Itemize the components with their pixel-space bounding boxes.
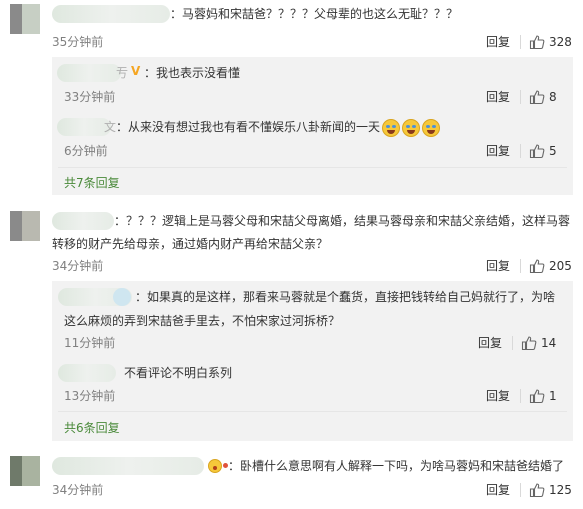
reply-button[interactable]: 回复 [486,89,510,105]
wow-emoji-icon [208,458,228,473]
like-count: 205 [549,259,572,273]
like-button[interactable]: 125 [529,482,572,498]
like-count: 14 [541,336,557,350]
like-count: 8 [549,90,557,104]
reply-text: ：我也表示没看懂 [144,66,241,80]
reply-text: ：从来没有想过我也有看不懂娱乐八卦新闻的一天 [116,118,441,137]
like-count: 5 [549,144,557,158]
divider [520,259,521,273]
avatar-badge [113,288,131,306]
thumbs-up-icon [529,259,545,274]
reply-username-tail: 亐 [116,66,129,80]
like-button[interactable]: 8 [529,89,557,105]
thumbs-up-icon [529,90,545,105]
verified-v-icon: V [131,64,141,78]
reply-time: 33分钟前 [64,90,116,104]
reply-time: 13分钟前 [64,389,116,403]
reply-username[interactable] [57,64,121,82]
laugh-cry-emoji-icon [382,118,401,137]
username[interactable] [52,212,114,230]
like-count: 125 [549,483,572,497]
more-replies-link[interactable]: 共6条回复 [64,420,120,436]
avatar[interactable] [10,211,40,241]
avatar[interactable] [10,4,40,34]
divider [512,336,513,350]
reply-text: ：如果真的是这样，那看来马蓉就是个蠢货，直接把钱转给自己妈就行了，为啥 [135,290,556,304]
divider [58,167,567,168]
like-button[interactable]: 14 [521,335,556,351]
comment-text: ：？？？逻辑上是马蓉父母和宋喆父母离婚，结果马蓉母亲和宋喆父亲结婚，这样马蓉 [114,214,571,228]
reply-button[interactable]: 回复 [486,388,510,404]
comment-time: 35分钟前 [52,35,104,49]
thumbs-up-icon [529,144,545,159]
divider [520,90,521,104]
like-button[interactable]: 328 [529,34,572,50]
comment-text: ：马蓉妈和宋喆爸？？？？父母辈的也这么无耻？？？ [170,7,459,21]
thumbs-up-icon [529,483,545,498]
like-button[interactable]: 5 [529,143,557,159]
username[interactable] [52,5,170,23]
reply-button[interactable]: 回复 [486,143,510,159]
more-replies-link[interactable]: 共7条回复 [64,175,120,191]
reply-button[interactable]: 回复 [486,34,510,50]
reply-time: 11分钟前 [64,336,116,350]
reply-text-line2: 这么麻烦的弄到宋喆爸手里去，不怕宋家过河拆桥？ [64,314,341,328]
divider [58,411,567,412]
reply-button[interactable]: 回复 [478,335,502,351]
thumbs-up-icon [529,389,545,404]
avatar[interactable] [10,456,40,486]
reply-text: 不看评论不明白系列 [124,366,233,380]
comment-time: 34分钟前 [52,259,104,273]
reply-time: 6分钟前 [64,144,108,158]
thumbs-up-icon [529,35,545,50]
like-button[interactable]: 1 [529,388,557,404]
like-count: 1 [549,389,557,403]
divider [520,144,521,158]
divider [520,35,521,49]
comment-text: ：卧槽什么意思啊有人解释一下吗，为啥马蓉妈和宋喆爸结婚了 [228,459,565,473]
comment-text-line2: 转移的财产先给母亲，通过婚内财产再给宋喆父亲？ [52,237,329,251]
reply-button[interactable]: 回复 [486,258,510,274]
reply-username[interactable] [57,118,111,136]
reply-text-content: ：从来没有想过我也有看不懂娱乐八卦新闻的一天 [116,120,381,134]
divider [520,389,521,403]
like-button[interactable]: 205 [529,258,572,274]
reply-button[interactable]: 回复 [486,482,510,498]
reply-username-tail: 文 [104,120,117,134]
like-count: 328 [549,35,572,49]
username[interactable] [52,457,204,475]
thumbs-up-icon [521,336,537,351]
comment-time: 34分钟前 [52,483,104,497]
laugh-cry-emoji-icon [422,118,441,137]
laugh-cry-emoji-icon [402,118,421,137]
divider [520,483,521,497]
reply-username[interactable] [58,364,116,382]
